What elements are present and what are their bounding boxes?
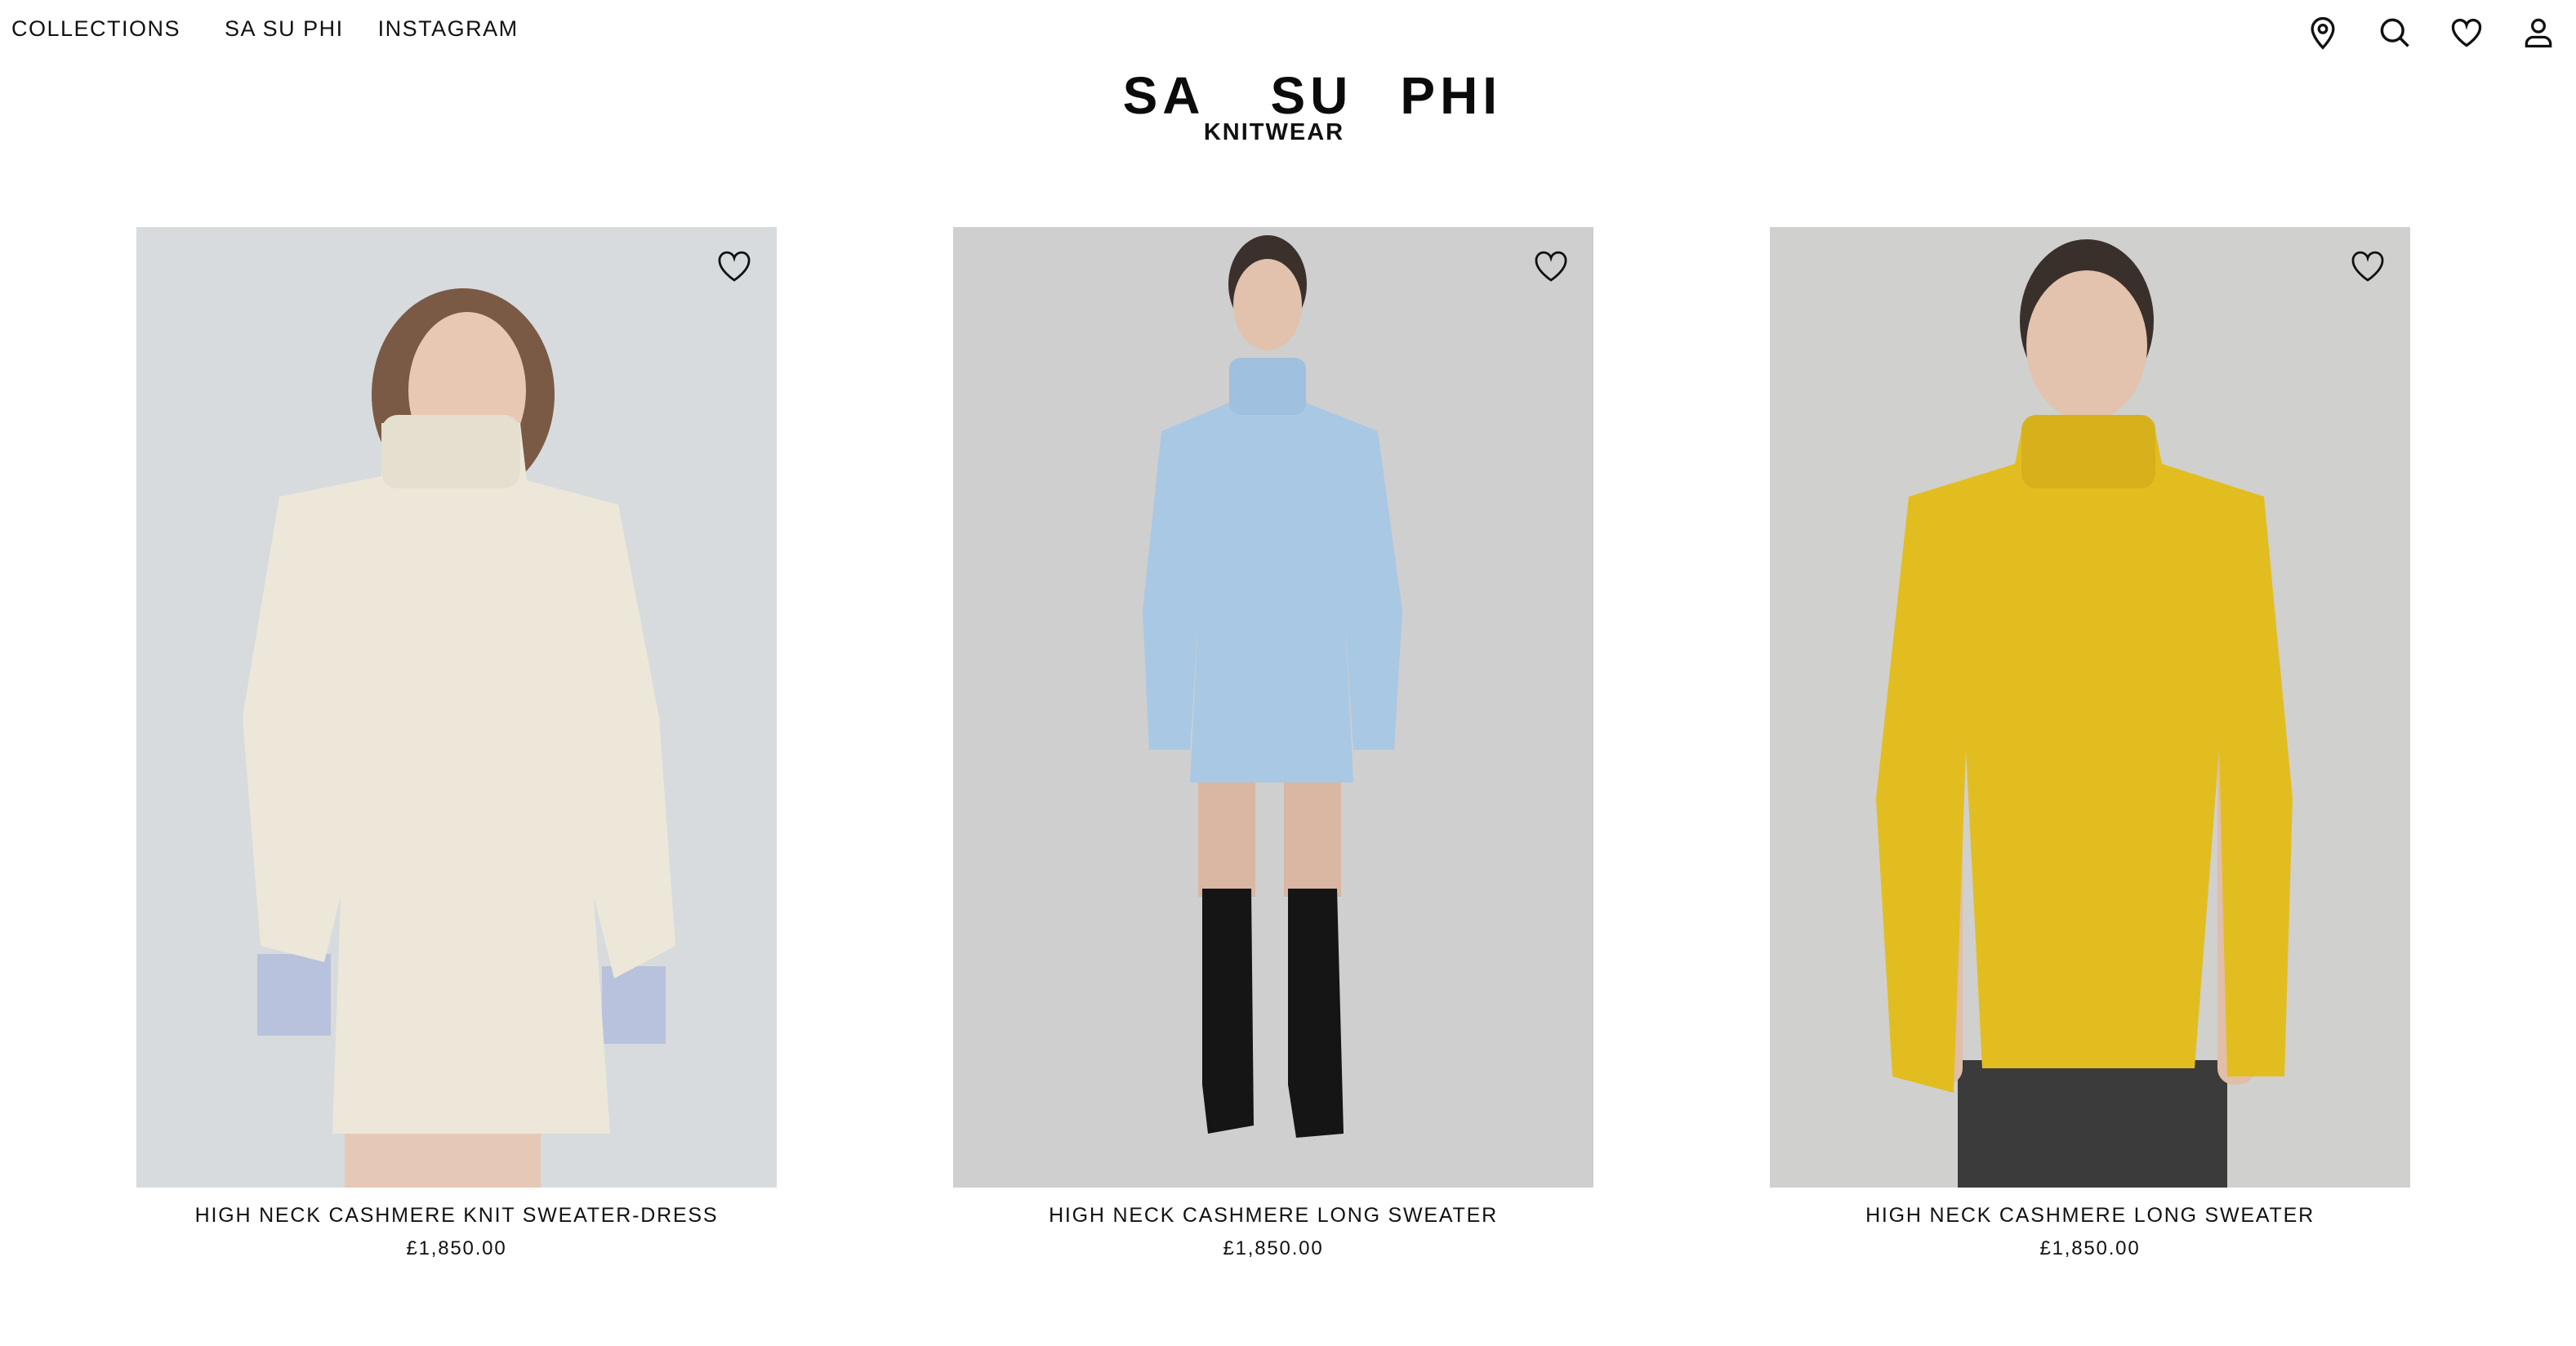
product-name[interactable]: HIGH NECK CASHMERE KNIT SWEATER-DRESS bbox=[136, 1204, 777, 1228]
nav-collections-link[interactable]: COLLECTIONS bbox=[11, 16, 180, 42]
page-title: KNITWEAR bbox=[1203, 119, 1345, 145]
nav-sa-su-phi-link[interactable]: SA SU PHI bbox=[225, 16, 344, 42]
heart-icon[interactable] bbox=[2447, 13, 2486, 52]
favorite-heart-outline-icon[interactable] bbox=[2348, 247, 2387, 286]
product-card[interactable]: HIGH NECK CASHMERE LONG SWEATER £1,850.0… bbox=[953, 227, 1593, 1260]
brand-logo[interactable]: SA SU PHI bbox=[1084, 5, 1502, 126]
favorite-heart-outline-icon[interactable] bbox=[715, 247, 754, 286]
location-pin-icon[interactable] bbox=[2303, 13, 2342, 52]
product-image[interactable] bbox=[953, 227, 1593, 1188]
brand-logo-part: SA bbox=[1122, 66, 1206, 125]
product-name[interactable]: HIGH NECK CASHMERE LONG SWEATER bbox=[953, 1204, 1593, 1228]
user-icon[interactable] bbox=[2519, 13, 2558, 52]
brand-logo-part: SU bbox=[1270, 66, 1353, 125]
product-price: £1,850.00 bbox=[2039, 1237, 2141, 1259]
product-price: £1,850.00 bbox=[1223, 1237, 1324, 1259]
header-actions bbox=[2303, 13, 2558, 52]
brand-logo-part: PHI bbox=[1400, 66, 1503, 125]
favorite-heart-outline-icon[interactable] bbox=[1531, 247, 1571, 286]
nav-instagram-link[interactable]: INSTAGRAM bbox=[378, 16, 519, 42]
product-image[interactable] bbox=[136, 227, 777, 1188]
product-name[interactable]: HIGH NECK CASHMERE LONG SWEATER bbox=[1770, 1204, 2410, 1228]
product-image[interactable] bbox=[1770, 227, 2410, 1188]
product-price: £1,850.00 bbox=[406, 1237, 507, 1259]
search-icon[interactable] bbox=[2375, 13, 2414, 52]
product-card[interactable]: HIGH NECK CASHMERE LONG SWEATER £1,850.0… bbox=[1770, 227, 2410, 1260]
main-nav: COLLECTIONS SA SU PHI INSTAGRAM bbox=[11, 16, 563, 42]
product-card[interactable]: HIGH NECK CASHMERE KNIT SWEATER-DRESS £1… bbox=[136, 227, 777, 1260]
